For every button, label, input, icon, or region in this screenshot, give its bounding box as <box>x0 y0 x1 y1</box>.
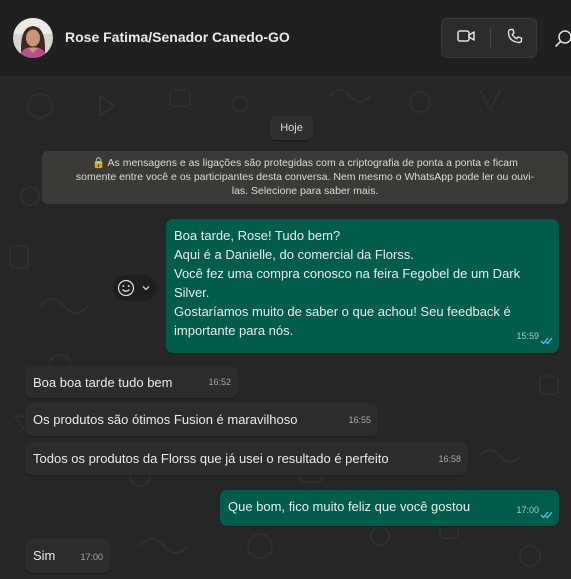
message-bubble-outgoing[interactable]: Boa tarde, Rose! Tudo bem? Aqui é a Dani… <box>166 219 559 353</box>
search-button[interactable] <box>549 26 571 50</box>
message-time: 15:59 <box>516 331 539 341</box>
read-ticks-icon <box>540 337 553 345</box>
message-time: 16:55 <box>348 415 371 425</box>
call-buttons <box>441 18 537 58</box>
message-text: Boa tarde, Rose! Tudo bem? Aqui é a Dani… <box>174 228 521 338</box>
read-ticks-icon <box>540 511 553 519</box>
message-text: Boa boa tarde tudo bem <box>33 375 173 390</box>
message-time: 17:00 <box>80 552 103 562</box>
message-time: 16:58 <box>438 454 461 464</box>
date-chip: Hoje <box>270 116 313 140</box>
avatar[interactable] <box>13 18 53 58</box>
chat-window: Rose Fatima/Senador Canedo-GO Hoje 🔒 As … <box>0 0 571 579</box>
chat-header: Rose Fatima/Senador Canedo-GO <box>0 0 571 76</box>
message-text: Os produtos são ótimos Fusion é maravilh… <box>33 412 298 427</box>
message-bubble-incoming[interactable]: Sim 17:00 <box>25 539 110 573</box>
chevron-down-icon <box>141 284 151 292</box>
video-call-button[interactable] <box>442 19 489 57</box>
message-text: Todos os produtos da Florss que já usei … <box>33 451 389 466</box>
message-time: 17:00 <box>516 505 539 515</box>
message-text: Que bom, fico muito feliz que você gosto… <box>228 499 471 514</box>
message-bubble-incoming[interactable]: Todos os produtos da Florss que já usei … <box>25 442 468 475</box>
message-bubble-incoming[interactable]: Boa boa tarde tudo bem 16:52 <box>25 366 238 398</box>
emoji-icon <box>117 279 135 297</box>
voice-call-button[interactable] <box>491 19 538 57</box>
contact-name[interactable]: Rose Fatima/Senador Canedo-GO <box>65 29 290 45</box>
phone-icon <box>507 28 523 49</box>
encryption-notice[interactable]: 🔒 As mensagens e as ligações são protegi… <box>42 151 568 204</box>
search-icon <box>549 30 571 54</box>
message-bubble-incoming[interactable]: Os produtos são ótimos Fusion é maravilh… <box>25 403 378 436</box>
message-bubble-outgoing[interactable]: Que bom, fico muito feliz que você gosto… <box>220 490 559 526</box>
reaction-button[interactable] <box>113 275 157 301</box>
message-time: 16:52 <box>208 377 231 387</box>
message-list[interactable]: Hoje 🔒 As mensagens e as ligações são pr… <box>0 76 571 579</box>
encryption-notice-text: 🔒 As mensagens e as ligações são protegi… <box>75 157 535 197</box>
video-call-icon <box>456 29 475 48</box>
